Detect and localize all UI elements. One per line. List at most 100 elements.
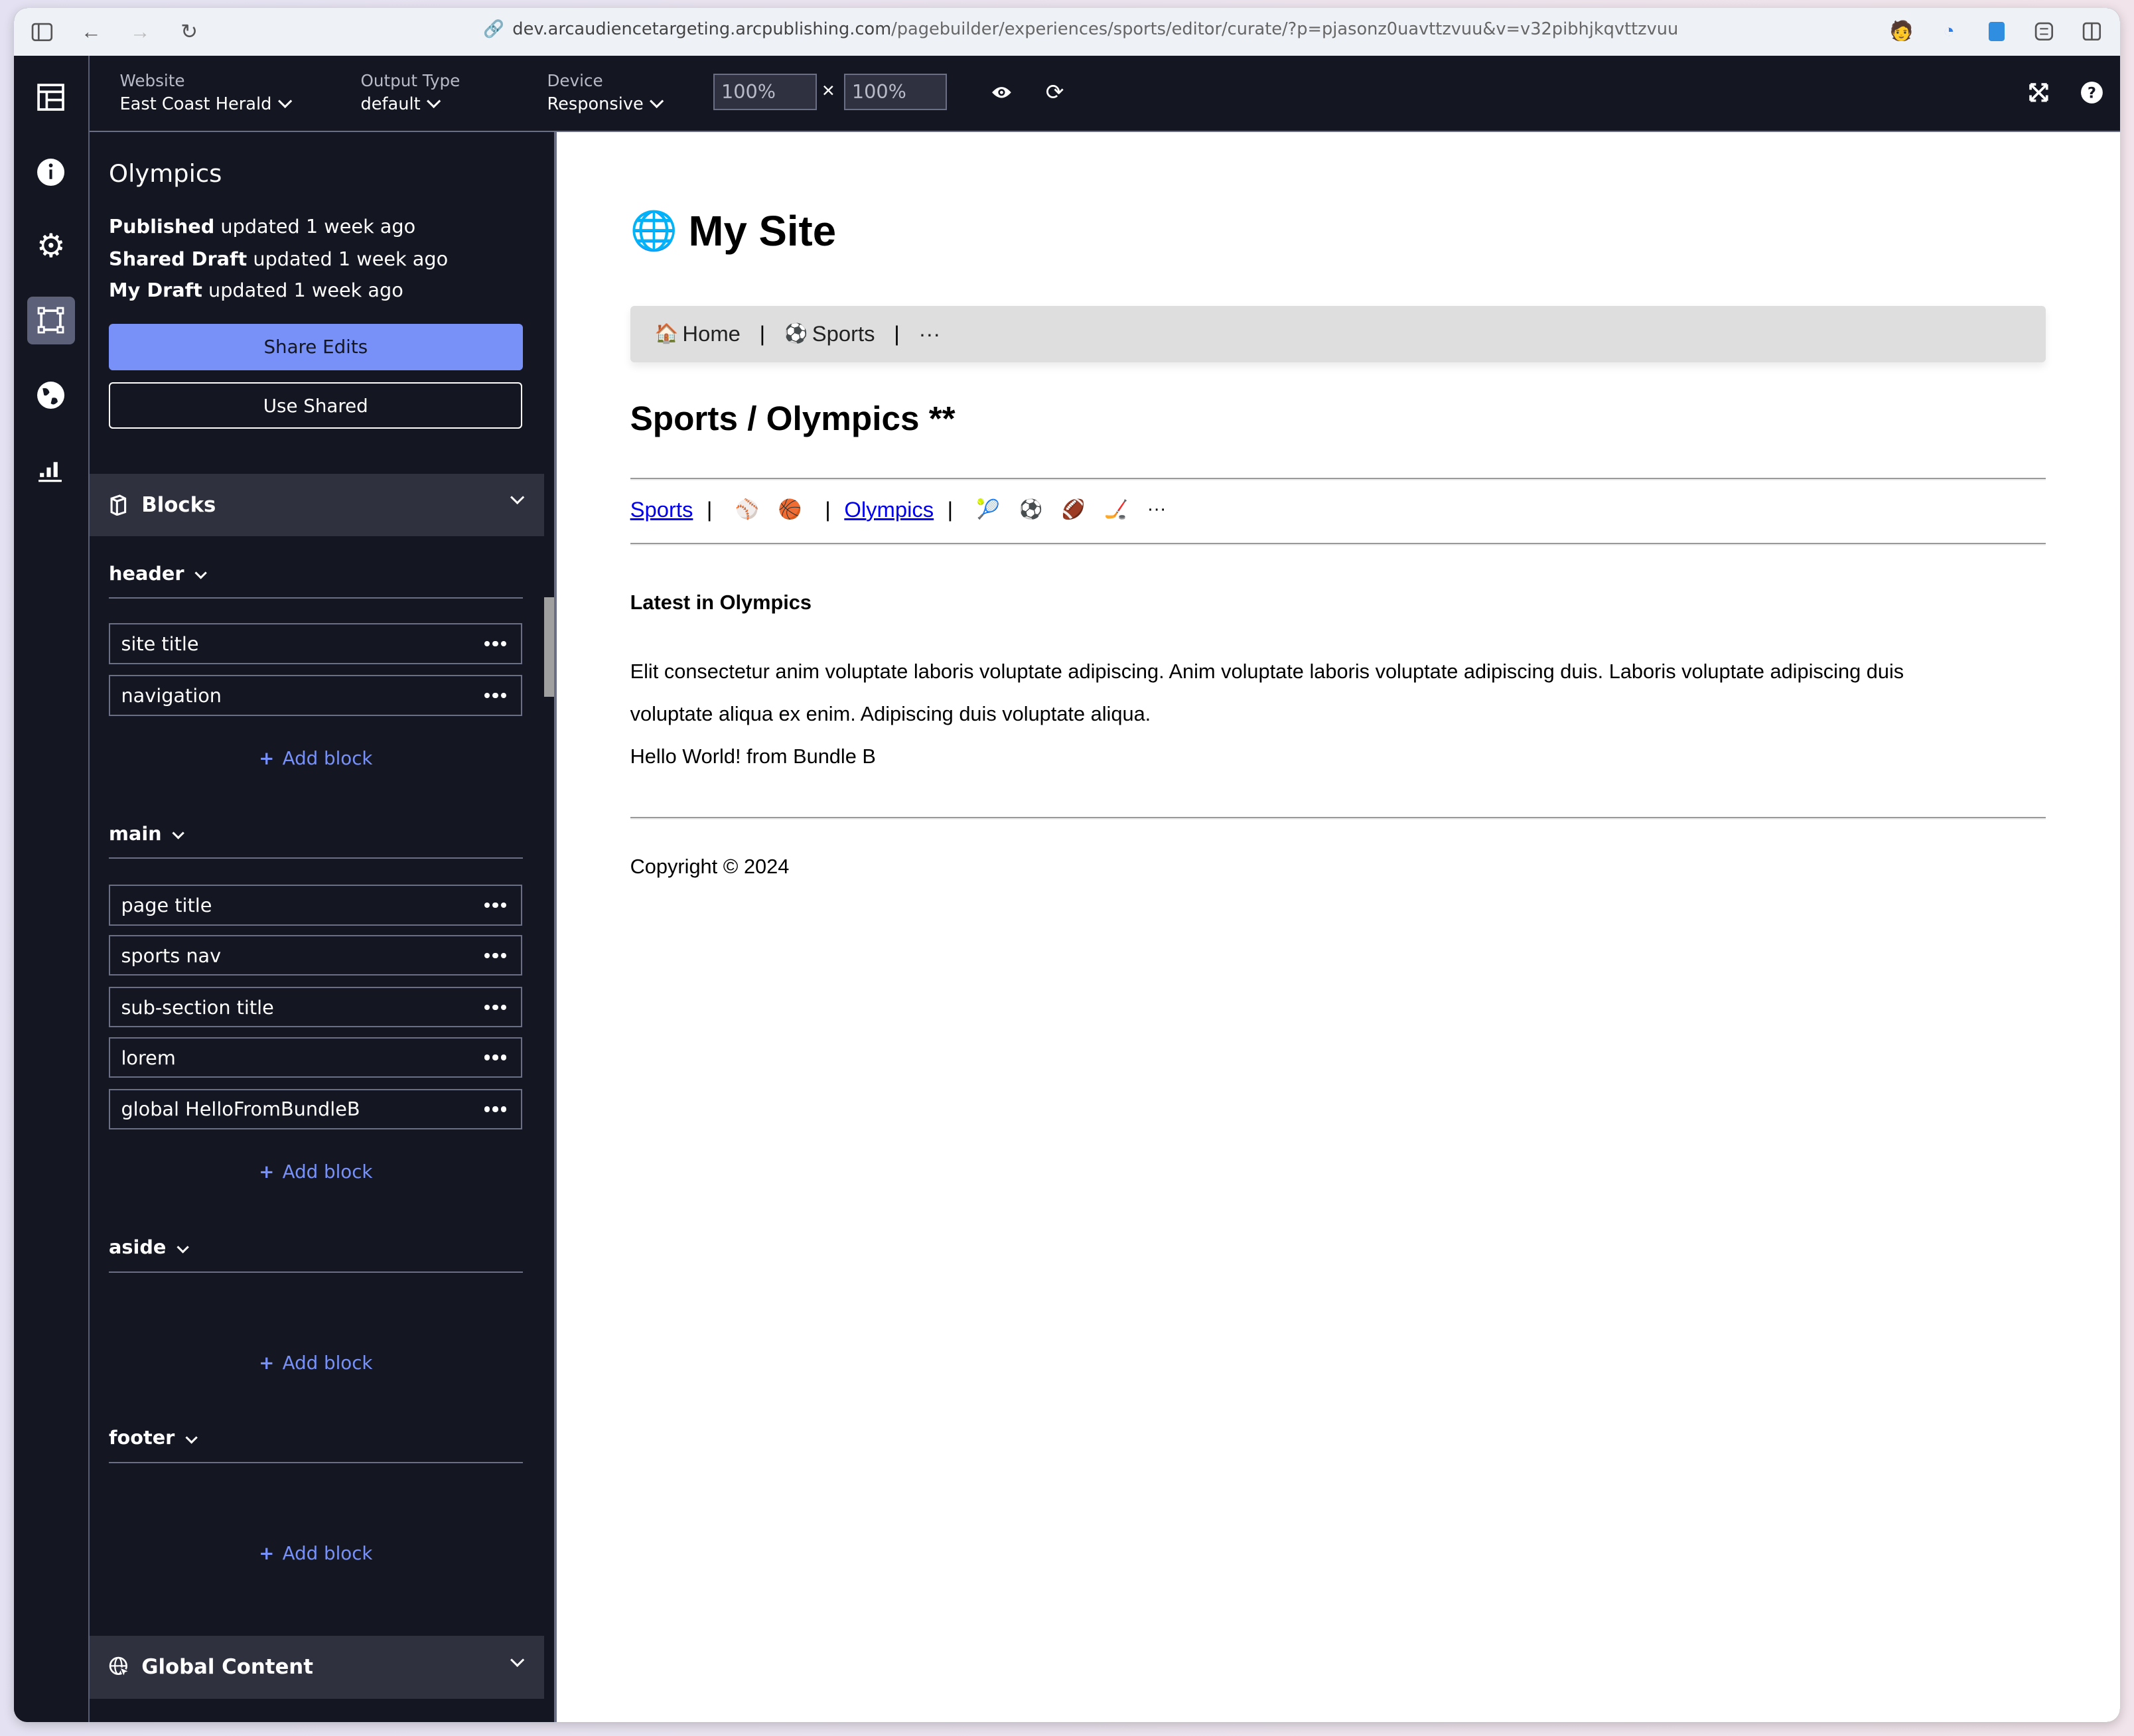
add-block-button[interactable]: + Add block	[109, 747, 523, 769]
tennis-icon[interactable]: 🎾	[976, 498, 1000, 521]
analytics-icon[interactable]	[27, 445, 75, 493]
device-label: Device	[547, 70, 603, 90]
nav-separator: |	[825, 496, 831, 522]
extensions-icon[interactable]	[2029, 17, 2059, 46]
olympics-link[interactable]: Olympics	[844, 497, 934, 522]
profile-extension-icon[interactable]: 🧑	[1886, 17, 1916, 46]
website-label: Website	[119, 70, 185, 90]
chevron-down-icon	[194, 567, 207, 580]
globe-cursor-icon	[109, 1656, 133, 1678]
copyright: Copyright © 2024	[630, 855, 790, 879]
width-input[interactable]: 100%	[713, 73, 817, 111]
device-select[interactable]: Device Responsive	[547, 70, 664, 114]
blocks-accordion[interactable]: Blocks	[90, 473, 545, 537]
svg-text:?: ?	[2088, 85, 2096, 102]
height-input[interactable]: 100%	[843, 73, 948, 111]
browser-toolbar: ← → ↻ 🔗 dev.arcaudiencetargeting.arcpubl…	[13, 8, 2121, 56]
reload-icon[interactable]: ↻	[174, 17, 204, 47]
more-options-icon[interactable]	[484, 952, 506, 958]
times-symbol: ×	[821, 77, 835, 102]
block-item[interactable]: page title	[109, 885, 523, 926]
add-block-button[interactable]: + Add block	[109, 1352, 523, 1374]
output-type-select[interactable]: Output Type default	[360, 71, 460, 114]
site-title: 🌐 My Site	[630, 207, 837, 255]
cube-icon	[109, 494, 133, 516]
nav-separator: |	[706, 496, 713, 522]
blocks-title: Blocks	[141, 492, 216, 517]
split-view-icon[interactable]	[2077, 17, 2107, 46]
globe-emoji-icon: 🌐	[630, 209, 678, 252]
address-bar[interactable]: 🔗 dev.arcaudiencetargeting.arcpublishing…	[483, 19, 1678, 39]
global-content-title: Global Content	[141, 1655, 313, 1680]
sidebar-toggle-icon[interactable]	[27, 17, 57, 47]
add-block-button[interactable]: + Add block	[109, 1542, 523, 1564]
more-options-icon[interactable]	[484, 1054, 506, 1060]
block-item[interactable]: sub-section title	[109, 986, 523, 1028]
football-icon[interactable]: 🏈	[1062, 498, 1086, 521]
refresh-icon[interactable]: ⟳	[1040, 78, 1070, 108]
block-item[interactable]: global HelloFromBundleB	[109, 1088, 523, 1130]
more-options-icon[interactable]	[484, 692, 506, 699]
icon-rail: ⚙	[13, 56, 90, 1722]
info-icon[interactable]	[27, 149, 75, 196]
more-options-icon[interactable]	[484, 1004, 506, 1010]
soccer-icon[interactable]: ⚽	[1019, 498, 1042, 521]
help-icon[interactable]: ?	[2077, 78, 2107, 108]
region-aside[interactable]: aside	[109, 1236, 523, 1273]
site-navigation: 🏠 Home | ⚽ Sports | ···	[630, 306, 2046, 362]
fullscreen-icon[interactable]	[2024, 78, 2054, 108]
block-item[interactable]: site title	[109, 623, 523, 664]
lorem-text: Elit consectetur anim voluptate laboris …	[630, 660, 1904, 725]
divider	[630, 543, 2046, 546]
forward-icon[interactable]: →	[125, 17, 155, 47]
block-item[interactable]: navigation	[109, 675, 523, 716]
more-options-icon[interactable]	[484, 640, 506, 647]
nav-separator: |	[894, 321, 900, 346]
share-edits-button[interactable]: Share Edits	[109, 324, 523, 370]
nav-more[interactable]: ···	[918, 321, 940, 346]
curate-icon[interactable]	[27, 297, 75, 344]
global-content-accordion[interactable]: Global Content	[90, 1636, 545, 1699]
nav-home[interactable]: 🏠 Home	[655, 321, 741, 346]
baseball-icon[interactable]: ⚾	[735, 498, 759, 521]
password-extension-icon[interactable]: ◔	[1934, 17, 1964, 46]
sub-section-title: Latest in Olympics	[630, 591, 812, 615]
region-header[interactable]: header	[109, 562, 523, 599]
hockey-icon[interactable]: 🏒	[1104, 498, 1128, 521]
region-main[interactable]: main	[109, 822, 523, 859]
plus-icon: +	[259, 1351, 275, 1374]
layout-icon[interactable]	[27, 74, 75, 121]
add-block-button[interactable]: + Add block	[109, 1161, 523, 1183]
output-type-value: default	[360, 94, 421, 114]
block-item[interactable]: lorem	[109, 1037, 523, 1078]
blue-extension-icon[interactable]	[1981, 17, 2011, 46]
use-shared-button[interactable]: Use Shared	[109, 382, 523, 429]
nav-sports[interactable]: ⚽ Sports	[784, 321, 875, 346]
more-options-icon[interactable]	[484, 902, 506, 908]
plus-icon: +	[259, 747, 275, 769]
status-published: Published updated 1 week ago	[109, 215, 416, 238]
website-select[interactable]: Website East Coast Herald	[119, 70, 293, 114]
house-icon: 🏠	[654, 323, 679, 345]
more-sports[interactable]: ···	[1147, 498, 1167, 520]
browser-window: ← → ↻ 🔗 dev.arcaudiencetargeting.arcpubl…	[13, 8, 2121, 1722]
panel-scrollbar[interactable]	[544, 597, 554, 697]
preview-eye-icon[interactable]	[987, 78, 1017, 108]
block-item[interactable]: sports nav	[109, 935, 523, 976]
device-value: Responsive	[547, 94, 644, 114]
nav-separator: |	[759, 321, 766, 346]
url-host: dev.arcaudiencetargeting.arcpublishing.c…	[512, 19, 892, 39]
globe-icon[interactable]	[27, 372, 75, 419]
sports-link[interactable]: Sports	[630, 497, 693, 522]
gear-icon[interactable]: ⚙	[27, 222, 75, 269]
status-my-draft: My Draft updated 1 week ago	[109, 279, 403, 302]
basketball-icon[interactable]: 🏀	[778, 498, 802, 521]
soccer-ball-icon: ⚽	[784, 323, 808, 345]
back-icon[interactable]: ←	[76, 17, 106, 47]
footer-divider	[630, 816, 2046, 820]
chevron-down-icon	[426, 94, 441, 109]
chevron-down-icon	[510, 490, 525, 505]
region-footer[interactable]: footer	[109, 1426, 523, 1463]
more-options-icon[interactable]	[484, 1106, 506, 1112]
divider	[630, 477, 2046, 480]
